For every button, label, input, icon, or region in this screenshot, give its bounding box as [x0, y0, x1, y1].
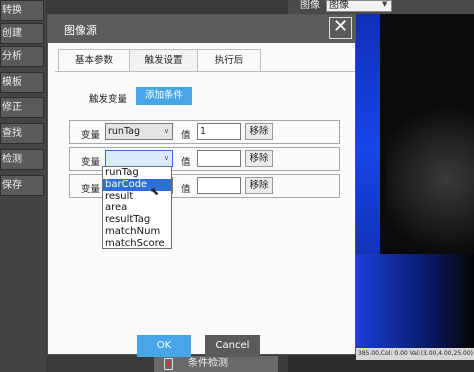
- image-preview: [356, 14, 474, 348]
- dialog-title: 图像源: [64, 24, 97, 37]
- remove-button[interactable]: 移除: [245, 150, 273, 167]
- chevron-down-icon: ∨: [163, 154, 169, 162]
- image-source-dialog: 图像源 ✕ 基本参数 触发设置 执行后 触发变量 添加条件 变量 runTag …: [47, 14, 356, 357]
- dropdown-option-matchnum[interactable]: matchNum: [103, 226, 171, 238]
- dropdown-option-resulttag[interactable]: resultTag: [103, 214, 171, 226]
- sidebar-item-template[interactable]: 模板: [0, 72, 44, 93]
- condition-detect-button[interactable]: 条件检测: [154, 356, 278, 372]
- cancel-button[interactable]: Cancel: [205, 335, 260, 357]
- remove-button[interactable]: 移除: [245, 123, 273, 140]
- chevron-down-icon: ∨: [163, 127, 169, 135]
- value-label: 值: [181, 184, 191, 195]
- variable-select-value: runTag: [108, 126, 141, 137]
- image-panel-label: 图像: [300, 0, 320, 11]
- sidebar-item-analyze[interactable]: 分析: [0, 46, 44, 67]
- sidebar-item-correct[interactable]: 修正: [0, 97, 44, 118]
- dropdown-option-matchscore[interactable]: matchScore: [103, 238, 171, 250]
- tab-basic-params[interactable]: 基本参数: [58, 49, 130, 72]
- variable-dropdown-list: runTag barCode result area resultTag mat…: [102, 166, 172, 249]
- trigger-variable-label: 触发变量: [89, 94, 128, 105]
- close-icon[interactable]: ✕: [329, 17, 352, 39]
- variable-label: 变量: [81, 130, 101, 141]
- left-rail: 转换 创建 分析 模板 修正 查找 检测 保存: [0, 0, 46, 372]
- ok-button[interactable]: OK: [137, 335, 191, 357]
- mouse-cursor-icon: ⬉: [150, 185, 160, 198]
- variable-label: 变量: [81, 157, 101, 168]
- value-input[interactable]: [197, 177, 241, 194]
- sidebar-item-convert[interactable]: 转换: [0, 0, 44, 21]
- variable-select[interactable]: ∨: [105, 150, 173, 167]
- value-input[interactable]: 1: [197, 123, 241, 140]
- pixel-status-bar: 385.00,Col: 0.00 Val:(3.00,4.00,25.00): [356, 348, 474, 360]
- condition-detect-label: 条件检测: [188, 358, 228, 369]
- dialog-title-bar[interactable]: 图像源 ✕: [48, 15, 355, 43]
- dropdown-option-runtag[interactable]: runTag: [103, 167, 171, 179]
- sidebar-item-create[interactable]: 创建: [0, 23, 44, 44]
- value-label: 值: [181, 130, 191, 141]
- variable-select[interactable]: runTag ∨: [105, 123, 173, 140]
- remove-button[interactable]: 移除: [245, 177, 273, 194]
- tab-content: [55, 71, 355, 331]
- add-condition-button[interactable]: 添加条件: [136, 87, 192, 105]
- condition-row: 变量 runTag ∨ 值 1 移除: [69, 120, 340, 144]
- sidebar-item-detect[interactable]: 检测: [0, 149, 44, 170]
- tab-after-execute[interactable]: 执行后: [197, 49, 261, 72]
- sidebar-item-save[interactable]: 保存: [0, 175, 44, 196]
- value-input[interactable]: [197, 150, 241, 167]
- variable-label: 变量: [81, 184, 101, 195]
- dropdown-option-barcode[interactable]: barCode: [103, 178, 171, 191]
- phone-icon: [164, 358, 173, 370]
- image-region: [356, 254, 474, 348]
- dropdown-option-result[interactable]: result: [103, 191, 171, 203]
- sidebar-item-find[interactable]: 查找: [0, 123, 44, 144]
- image-object: [386, 104, 474, 254]
- chevron-down-icon: ▼: [382, 0, 388, 8]
- value-label: 值: [181, 157, 191, 168]
- dropdown-option-area[interactable]: area: [103, 202, 171, 214]
- tab-trigger-settings[interactable]: 触发设置: [129, 49, 198, 72]
